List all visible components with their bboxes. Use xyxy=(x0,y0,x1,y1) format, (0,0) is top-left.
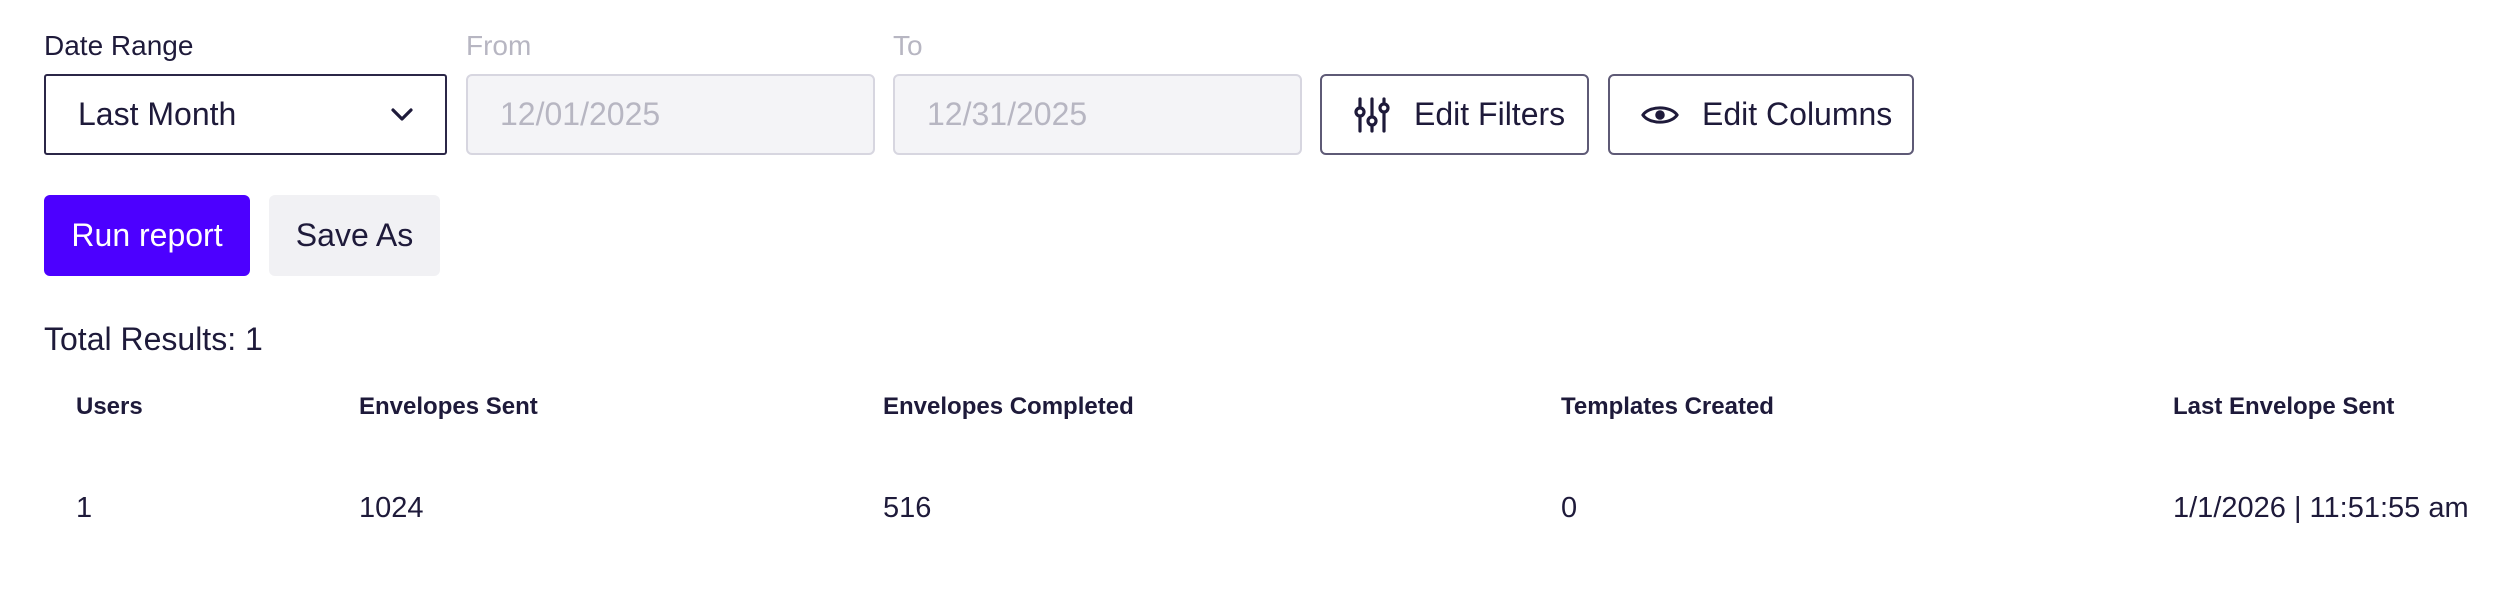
from-label: From xyxy=(466,30,532,61)
report-page: Date Range Last Month From To xyxy=(0,0,2512,612)
edit-columns-button[interactable]: Edit Columns xyxy=(1608,74,1914,155)
save-as-button[interactable]: Save As xyxy=(269,195,440,276)
total-results: Total Results: 1 xyxy=(44,321,263,357)
column-header-templates-created: Templates Created xyxy=(1561,393,1774,420)
date-range-select[interactable]: Last Month xyxy=(44,74,447,155)
edit-columns-label: Edit Columns xyxy=(1702,96,1893,132)
date-range-value: Last Month xyxy=(78,96,237,132)
cell-last-envelope-sent: 1/1/2026 | 11:51:55 am xyxy=(2173,492,2469,524)
eye-icon xyxy=(1640,95,1680,135)
edit-filters-button[interactable]: Edit Filters xyxy=(1320,74,1589,155)
cell-envelopes-completed: 516 xyxy=(883,492,932,524)
cell-users: 1 xyxy=(76,492,93,524)
to-label: To xyxy=(893,30,923,61)
sliders-icon xyxy=(1352,95,1392,135)
column-header-users: Users xyxy=(76,393,143,420)
to-date-input[interactable] xyxy=(893,74,1302,155)
cell-envelopes-sent: 1024 xyxy=(359,492,424,524)
cell-templates-created: 0 xyxy=(1561,492,1578,524)
column-header-envelopes-sent: Envelopes Sent xyxy=(359,393,538,420)
date-range-label: Date Range xyxy=(44,30,194,61)
run-report-button[interactable]: Run report xyxy=(44,195,250,276)
edit-filters-label: Edit Filters xyxy=(1414,96,1566,132)
from-date-input[interactable] xyxy=(466,74,875,155)
column-header-envelopes-completed: Envelopes Completed xyxy=(883,393,1134,420)
column-header-last-envelope-sent: Last Envelope Sent xyxy=(2173,393,2395,420)
chevron-down-icon xyxy=(389,102,415,128)
